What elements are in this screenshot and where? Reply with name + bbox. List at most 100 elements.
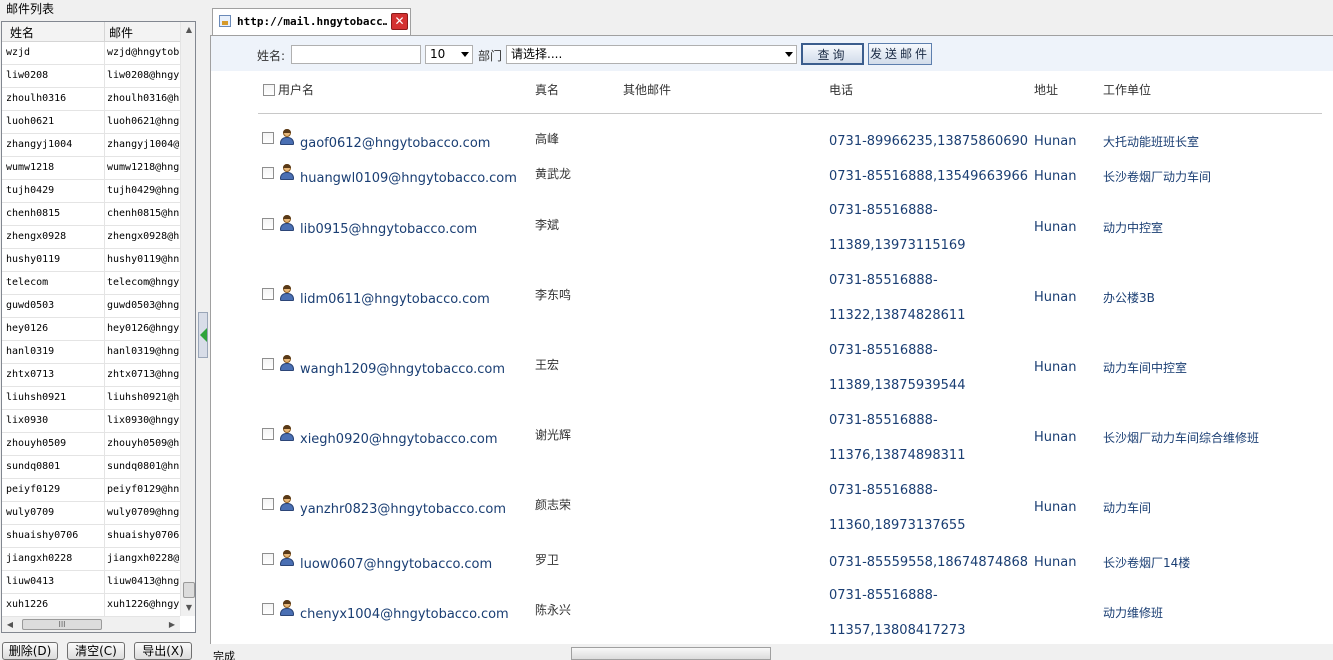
grid-row[interactable]: sundq0801 sundq0801@hn xyxy=(2,456,180,479)
filter-bar: 姓名: 10 部门 请选择.... 查询 发送邮件 xyxy=(211,36,1333,71)
row-email-link[interactable]: luow0607@hngytobacco.com xyxy=(300,557,492,572)
grid-row[interactable]: hushy0119 hushy0119@hn xyxy=(2,249,180,272)
column-header-email[interactable]: 邮件 xyxy=(109,24,133,41)
grid-cell-email: zhangyj1004@ xyxy=(107,139,180,150)
row-phone-line2: 11389,13973115169 xyxy=(829,238,966,253)
grid-row[interactable]: liuw0413 liuw0413@hng xyxy=(2,571,180,594)
row-email-link[interactable]: chenyx1004@hngytobacco.com xyxy=(300,607,509,622)
grid-row[interactable]: zhtx0713 zhtx0713@hng xyxy=(2,364,180,387)
row-checkbox[interactable] xyxy=(262,288,274,300)
grid-row[interactable]: jiangxh0228 jiangxh0228@ xyxy=(2,548,180,571)
column-header-name[interactable]: 姓名 xyxy=(10,24,34,41)
delete-button[interactable]: 删除(D) xyxy=(2,642,58,660)
row-email-link[interactable]: wangh1209@hngytobacco.com xyxy=(300,362,505,377)
grid-cell-name: jiangxh0228 xyxy=(6,553,73,564)
row-checkbox[interactable] xyxy=(262,603,274,615)
row-address: Hunan xyxy=(1034,555,1077,570)
grid-row[interactable]: zhangyj1004 zhangyj1004@ xyxy=(2,134,180,157)
grid-row[interactable]: zhengx0928 zhengx0928@h xyxy=(2,226,180,249)
select-all-checkbox[interactable] xyxy=(263,84,275,96)
send-mail-button[interactable]: 发送邮件 xyxy=(868,43,932,65)
grid-row[interactable]: shuaishy0706 shuaishy0706 xyxy=(2,525,180,548)
grid-cell-name: wumw1218 xyxy=(6,162,55,173)
browser-tab[interactable]: http://mail.hngytobacc… ✕ xyxy=(212,8,411,35)
grid-row[interactable]: wumw1218 wumw1218@hng xyxy=(2,157,180,180)
vertical-scrollbar[interactable]: ▲ ▼ xyxy=(180,22,195,616)
horizontal-scrollbar[interactable]: ◀ III ▶ xyxy=(2,616,180,632)
row-checkbox[interactable] xyxy=(262,132,274,144)
collapse-panel-button[interactable] xyxy=(198,312,208,358)
header-username: 用户名 xyxy=(278,83,315,97)
user-icon xyxy=(279,355,295,371)
row-phone-line2: 11389,13875939544 xyxy=(829,378,966,393)
row-realname: 陈永兴 xyxy=(535,603,572,617)
grid-row[interactable]: liuhsh0921 liuhsh0921@h xyxy=(2,387,180,410)
grid-row[interactable]: wzjd wzjd@hngytob xyxy=(2,42,180,65)
row-checkbox[interactable] xyxy=(262,218,274,230)
grid-row[interactable]: chenh0815 chenh0815@hn xyxy=(2,203,180,226)
row-realname: 李东鸣 xyxy=(535,288,572,302)
grid-row[interactable]: tujh0429 tujh0429@hng xyxy=(2,180,180,203)
export-button[interactable]: 导出(X) xyxy=(134,642,192,660)
grid-row[interactable]: lix0930 lix0930@hngy xyxy=(2,410,180,433)
grid-row[interactable]: peiyf0129 peiyf0129@hn xyxy=(2,479,180,502)
row-phone-line1: 0731-85516888- xyxy=(829,413,938,428)
row-email-link[interactable]: lidm0611@hngytobacco.com xyxy=(300,292,490,307)
grid-row[interactable]: hanl0319 hanl0319@hng xyxy=(2,341,180,364)
row-phone-line2: 11360,18973137655 xyxy=(829,518,966,533)
grid-cell-name: telecom xyxy=(6,277,49,288)
grid-cell-name: liw0208 xyxy=(6,70,49,81)
user-icon xyxy=(279,129,295,145)
scroll-left-icon[interactable]: ◀ xyxy=(2,617,18,632)
query-button[interactable]: 查询 xyxy=(801,43,864,65)
grid-cell-email: wumw1218@hng xyxy=(107,162,180,173)
row-phone-line2: 11376,13874898311 xyxy=(829,448,966,463)
scroll-down-icon[interactable]: ▼ xyxy=(181,600,195,616)
mail-list-title: 邮件列表 xyxy=(6,2,55,16)
row-email-link[interactable]: huangwl0109@hngytobacco.com xyxy=(300,171,517,186)
clear-button[interactable]: 清空(C) xyxy=(67,642,125,660)
grid-row[interactable]: guwd0503 guwd0503@hng xyxy=(2,295,180,318)
row-checkbox[interactable] xyxy=(262,553,274,565)
row-phone-line1: 0731-85516888- xyxy=(829,343,938,358)
row-realname: 谢光辉 xyxy=(535,428,572,442)
grid-cell-name: zhengx0928 xyxy=(6,231,67,242)
row-checkbox[interactable] xyxy=(262,498,274,510)
row-address: Hunan xyxy=(1034,169,1077,184)
dept-select[interactable]: 请选择.... xyxy=(506,45,797,64)
name-input[interactable] xyxy=(291,45,421,64)
status-bar: 完成 xyxy=(210,644,1333,660)
grid-row[interactable]: zhoulh0316 zhoulh0316@h xyxy=(2,88,180,111)
grid-row[interactable]: wuly0709 wuly0709@hng xyxy=(2,502,180,525)
hscroll-thumb[interactable]: III xyxy=(22,619,102,630)
grid-row[interactable]: telecom telecom@hngy xyxy=(2,272,180,295)
grid-cell-name: hey0126 xyxy=(6,323,49,334)
grid-row[interactable]: liw0208 liw0208@hngy xyxy=(2,65,180,88)
grid-cell-name: liuw0413 xyxy=(6,576,55,587)
row-checkbox[interactable] xyxy=(262,428,274,440)
scroll-thumb[interactable] xyxy=(183,582,195,598)
status-progress-bar xyxy=(571,647,771,660)
row-email-link[interactable]: xiegh0920@hngytobacco.com xyxy=(300,432,498,447)
grid-cell-name: sundq0801 xyxy=(6,461,61,472)
close-tab-icon[interactable]: ✕ xyxy=(391,13,408,30)
grid-row[interactable]: zhouyh0509 zhouyh0509@h xyxy=(2,433,180,456)
grid-cell-name: xuh1226 xyxy=(6,599,49,610)
scroll-right-icon[interactable]: ▶ xyxy=(164,617,180,632)
row-email-link[interactable]: gaof0612@hngytobacco.com xyxy=(300,136,490,151)
row-checkbox[interactable] xyxy=(262,167,274,179)
grid-row[interactable]: luoh0621 luoh0621@hng xyxy=(2,111,180,134)
scroll-up-icon[interactable]: ▲ xyxy=(181,22,195,38)
dept-label: 部门 xyxy=(478,49,503,63)
row-email-link[interactable]: lib0915@hngytobacco.com xyxy=(300,222,477,237)
grid-row[interactable]: hey0126 hey0126@hngy xyxy=(2,318,180,341)
grid-row[interactable]: xuh1226 xuh1226@hngy xyxy=(2,594,180,616)
row-checkbox[interactable] xyxy=(262,358,274,370)
grid-cell-name: shuaishy0706 xyxy=(6,530,79,541)
row-email-link[interactable]: yanzhr0823@hngytobacco.com xyxy=(300,502,506,517)
page-size-select[interactable]: 10 xyxy=(425,45,473,64)
grid-cell-email: hushy0119@hn xyxy=(107,254,180,265)
panel-splitter[interactable] xyxy=(198,0,210,660)
grid-cell-email: sundq0801@hn xyxy=(107,461,180,472)
user-icon xyxy=(279,425,295,441)
